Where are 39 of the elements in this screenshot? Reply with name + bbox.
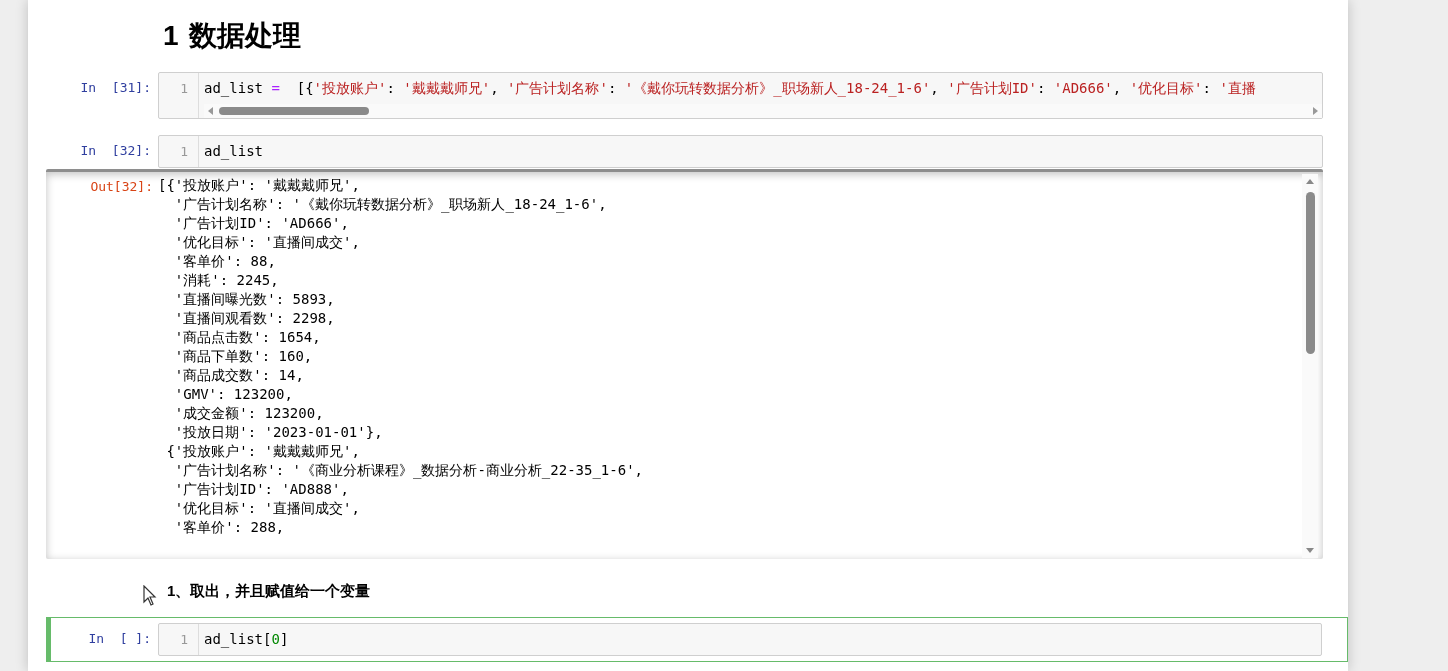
output-line: '广告计划名称': '《戴你玩转数据分析》_职场新人_18-24_1-6',: [173, 195, 607, 214]
output-prompt: Out[32]:: [89, 178, 154, 196]
line-number: 1: [159, 136, 199, 167]
code-line: ad_list: [204, 142, 263, 162]
code-cell[interactable]: In [ ]: 1 ad_list[0]: [46, 617, 1348, 662]
output-line: [{'投放账户': '戴戴戴师兄',: [158, 176, 360, 195]
section-heading: 1 数据处理: [162, 19, 302, 53]
mouse-pointer-icon: [143, 585, 157, 607]
code-editor[interactable]: 1 ad_list: [158, 135, 1323, 168]
output-line: '消耗': 2245,: [173, 271, 279, 290]
code-editor[interactable]: 1 ad_list[0]: [158, 623, 1322, 656]
input-prompt: In [ ]:: [87, 630, 152, 648]
markdown-text: 1、取出，并且赋值给一个变量: [167, 580, 371, 601]
output-line: '直播间曝光数': 5893,: [173, 290, 335, 309]
output-line: '投放日期': '2023-01-01'},: [173, 423, 383, 442]
line-number: 1: [159, 73, 199, 118]
output-line: '优化目标': '直播间成交',: [173, 499, 360, 518]
output-line: {'投放账户': '戴戴戴师兄',: [165, 442, 360, 461]
output-line: '客单价': 288,: [173, 518, 285, 537]
output-line: '商品点击数': 1654,: [173, 328, 321, 347]
vertical-scrollbar[interactable]: [1302, 174, 1318, 558]
output-line: '广告计划名称': '《商业分析课程》_数据分析-商业分析_22-35_1-6',: [173, 461, 643, 480]
code-editor[interactable]: 1 ad_list = [{'投放账户': '戴戴戴师兄', '广告计划名称': '《戴你玩转数据分析》_职场新人_18-24_1-6', '广告计划ID': 'AD666', '优化目标': '直播: [158, 72, 1323, 119]
output-line: '直播间观看数': 2298,: [173, 309, 335, 328]
line-number: 1: [159, 624, 199, 655]
input-prompt: In [31]:: [79, 79, 152, 97]
code-line: ad_list = [{'投放账户': '戴戴戴师兄', '广告计划名称': '《戴你玩转数据分析》_职场新人_18-24_1-6', '广告计划ID': 'AD666', '优化目标': '直播: [204, 79, 1256, 99]
code-line: ad_list[0]: [204, 630, 289, 650]
output-line: '商品成交数': 14,: [173, 366, 304, 385]
output-line: '广告计划ID': 'AD888',: [173, 480, 349, 499]
output-line: '优化目标': '直播间成交',: [173, 233, 360, 252]
output-line: '商品下单数': 160,: [173, 347, 313, 366]
output-line: '广告计划ID': 'AD666',: [173, 214, 349, 233]
output-line: 'GMV': 123200,: [173, 385, 293, 404]
markdown-cell[interactable]: 1、取出，并且赋值给一个变量: [46, 569, 1348, 613]
input-prompt: In [32]:: [79, 142, 152, 160]
output-line: '成交金额': 123200,: [173, 404, 324, 423]
output-line: '客单价': 88,: [173, 252, 276, 271]
code-cell[interactable]: In [31]: 1 ad_list = [{'投放账户': '戴戴戴师兄', '广告计划名称': '《戴你玩转数据分析》_职场新人_18-24_1-6', '广告计划ID': 'AD666', '优化目标': '直播: [46, 66, 1348, 125]
